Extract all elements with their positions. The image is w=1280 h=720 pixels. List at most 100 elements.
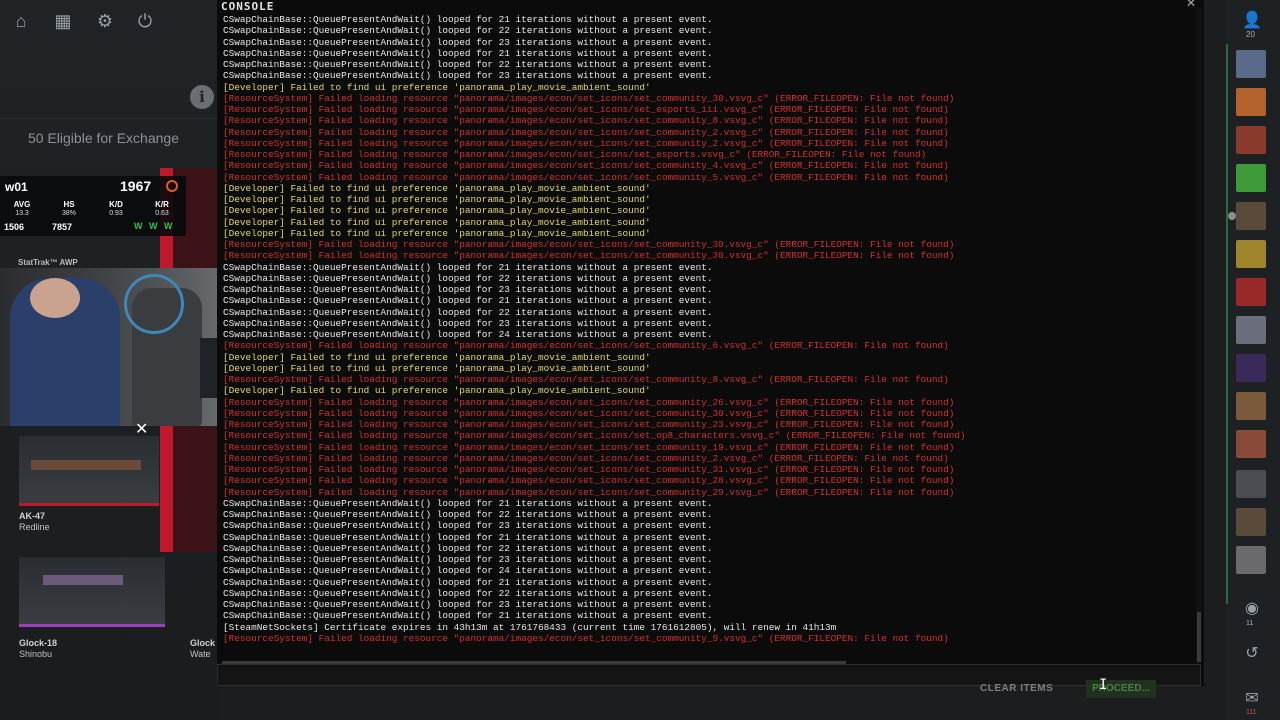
console-line: [ResourceSystem] Failed loading resource…: [223, 374, 949, 385]
vertical-scrollbar[interactable]: [1196, 8, 1202, 664]
console-line: CSwapChainBase::QueuePresentAndWait() lo…: [223, 272, 713, 284]
console-line: [ResourceSystem] Failed loading resource…: [223, 407, 955, 419]
item-card-glock[interactable]: [19, 557, 165, 627]
console-line: [ResourceSystem] Failed loading resource…: [223, 250, 955, 262]
friend-avatar[interactable]: [1236, 546, 1266, 574]
console-line: [Developer] Failed to find ui preference…: [223, 351, 651, 363]
console-line: [ResourceSystem] Failed loading resource…: [223, 149, 927, 160]
console-input[interactable]: [217, 664, 1201, 686]
console-line: [Developer] Failed to find ui preference…: [223, 385, 651, 397]
console-line: CSwapChainBase::QueuePresentAndWait() lo…: [223, 610, 713, 622]
proceed-button[interactable]: PROCEED...: [1086, 680, 1156, 698]
gear-icon[interactable]: ⚙: [94, 10, 116, 32]
console-line: [ResourceSystem] Failed loading resource…: [223, 419, 955, 430]
status-dot: [1228, 212, 1236, 220]
console-line: [ResourceSystem] Failed loading resource…: [223, 486, 955, 498]
console-line: CSwapChainBase::QueuePresentAndWait() lo…: [223, 70, 713, 82]
console-line: [Developer] Failed to find ui preference…: [223, 227, 651, 239]
console-line: [ResourceSystem] Failed loading resource…: [223, 239, 955, 250]
console-line: [ResourceSystem] Failed loading resource…: [223, 92, 955, 104]
console-line: [Developer] Failed to find ui preference…: [223, 194, 651, 205]
console-line: [ResourceSystem] Failed loading resource…: [223, 104, 949, 115]
console-line: [Developer] Failed to find ui preference…: [223, 205, 651, 217]
friend-avatar[interactable]: [1236, 126, 1266, 154]
console-line: [ResourceSystem] Failed loading resource…: [223, 475, 955, 487]
friend-avatar[interactable]: [1236, 508, 1266, 536]
recent-results: W W W: [134, 221, 175, 231]
console-line: CSwapChainBase::QueuePresentAndWait() lo…: [223, 554, 713, 565]
console-line: CSwapChainBase::QueuePresentAndWait() lo…: [223, 295, 713, 307]
friend-avatar[interactable]: [1236, 316, 1266, 344]
console-line: [ResourceSystem] Failed loading resource…: [223, 137, 949, 149]
console-line: CSwapChainBase::QueuePresentAndWait() lo…: [223, 25, 713, 37]
console-line: [Developer] Failed to find ui preference…: [223, 81, 651, 93]
console-log: CSwapChainBase::QueuePresentAndWait() lo…: [223, 14, 1183, 644]
friends-icon[interactable]: 👤: [1241, 10, 1263, 32]
close-icon[interactable]: ✕: [1186, 0, 1196, 10]
text-cursor-icon: I: [1099, 677, 1108, 693]
friend-avatar[interactable]: [1236, 392, 1266, 420]
console-line: [Developer] Failed to find ui preference…: [223, 182, 651, 194]
console-line: CSwapChainBase::QueuePresentAndWait() lo…: [223, 576, 713, 588]
item-glock-label: Glock-18 Shinobu: [19, 638, 58, 659]
console-line: [SteamNetSockets] Certificate expires in…: [223, 621, 837, 633]
level-icon: [166, 180, 178, 192]
stat-kd: K/D 0.93: [109, 200, 123, 217]
clear-items-button[interactable]: CLEAR ITEMS: [980, 683, 1053, 694]
friends-count: 20: [1246, 30, 1255, 39]
eligible-count: 50 Eligible for Exchange: [28, 130, 179, 146]
console-line: CSwapChainBase::QueuePresentAndWait() lo…: [223, 329, 713, 340]
player-name: w01: [5, 180, 28, 194]
console-line: [ResourceSystem] Failed loading resource…: [223, 632, 949, 644]
friend-avatar[interactable]: [1236, 240, 1266, 268]
console-line: CSwapChainBase::QueuePresentAndWait() lo…: [223, 317, 713, 329]
broadcast-icon[interactable]: ◉: [1241, 598, 1263, 620]
console-line: CSwapChainBase::QueuePresentAndWait() lo…: [223, 509, 713, 520]
inventory-icon[interactable]: ▦: [52, 10, 74, 32]
console-line: [ResourceSystem] Failed loading resource…: [223, 126, 949, 138]
console-line: [Developer] Failed to find ui preference…: [223, 216, 651, 228]
mail-count: 111: [1246, 709, 1257, 716]
friend-avatar[interactable]: [1236, 278, 1266, 306]
console-line: [Developer] Failed to find ui preference…: [223, 362, 651, 374]
streamer: [10, 278, 120, 426]
console-line: CSwapChainBase::QueuePresentAndWait() lo…: [223, 531, 713, 543]
accent-panel: [173, 426, 220, 552]
divider: [0, 118, 220, 119]
console-line: CSwapChainBase::QueuePresentAndWait() lo…: [223, 36, 713, 48]
info-icon[interactable]: i: [190, 85, 214, 109]
console-line: CSwapChainBase::QueuePresentAndWait() lo…: [223, 284, 713, 295]
friend-avatar[interactable]: [1236, 430, 1266, 458]
friend-avatar[interactable]: [1236, 88, 1266, 116]
power-icon[interactable]: ⏻: [134, 10, 156, 32]
console-line: CSwapChainBase::QueuePresentAndWait() lo…: [223, 59, 713, 70]
wall-logo: [124, 274, 184, 334]
console-line: [ResourceSystem] Failed loading resource…: [223, 430, 966, 442]
console-line: [ResourceSystem] Failed loading resource…: [223, 160, 949, 172]
item-card-ak[interactable]: [19, 436, 159, 506]
console-line: CSwapChainBase::QueuePresentAndWait() lo…: [223, 47, 713, 59]
console-line: [ResourceSystem] Failed loading resource…: [223, 340, 949, 352]
console-line: [ResourceSystem] Failed loading resource…: [223, 396, 955, 408]
console-line: CSwapChainBase::QueuePresentAndWait() lo…: [223, 306, 713, 318]
accent-bar: [160, 426, 173, 552]
scrollbar-thumb[interactable]: [1197, 612, 1201, 662]
stats-overlay: w01 1967 AVG 13.3 HS 38% K/D 0.93 K/R 0.63 1…: [0, 176, 186, 236]
console-line: [ResourceSystem] Failed loading resource…: [223, 115, 949, 127]
friend-avatar[interactable]: [1236, 470, 1266, 498]
mail-icon[interactable]: ✉: [1241, 688, 1263, 710]
stat-p2: 7857: [52, 222, 73, 232]
console-line: CSwapChainBase::QueuePresentAndWait() lo…: [223, 542, 713, 554]
stattrak-label: StatTrak™ AWP: [18, 258, 78, 267]
console-line: CSwapChainBase::QueuePresentAndWait() lo…: [223, 599, 713, 610]
elo-value: 1967: [120, 178, 152, 194]
friend-avatar[interactable]: [1236, 202, 1266, 230]
friend-avatar[interactable]: [1236, 50, 1266, 78]
console-line: CSwapChainBase::QueuePresentAndWait() lo…: [223, 520, 713, 532]
friend-avatar[interactable]: [1236, 354, 1266, 382]
history-icon[interactable]: ↺: [1241, 643, 1263, 665]
home-icon[interactable]: ⌂: [10, 10, 32, 32]
friend-avatar[interactable]: [1236, 164, 1266, 192]
item-ak-label: AK-47 Redline: [19, 511, 50, 532]
broadcast-count: 11: [1246, 620, 1254, 627]
